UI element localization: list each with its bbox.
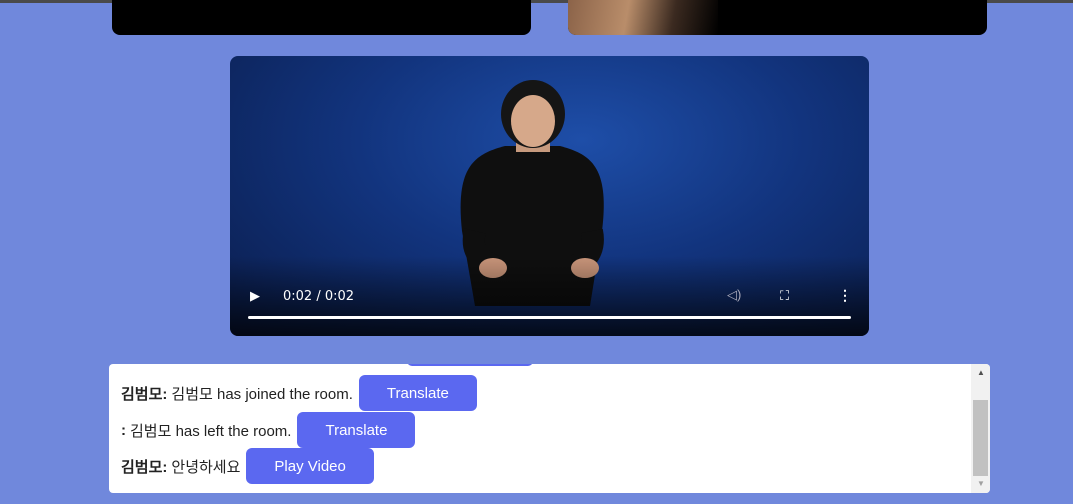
translate-button[interactable]: Translate: [297, 412, 416, 448]
sign-language-video[interactable]: ▶ 0:02 / 0:02 ◁) ⛶ ⋮: [230, 56, 869, 336]
message-text: 김범모 has joined the room.: [171, 385, 353, 403]
scroll-down-icon[interactable]: ▼: [977, 479, 985, 488]
message-sender: 김범모:: [121, 385, 168, 403]
chat-message: 김범모: 김범모 has joined the room. Translate: [121, 375, 477, 411]
scroll-up-icon[interactable]: ▲: [977, 368, 985, 377]
volume-icon[interactable]: ◁): [727, 287, 741, 303]
message-sender: 김범모:: [121, 458, 168, 476]
play-icon[interactable]: ▶: [250, 288, 260, 304]
scrollbar-thumb[interactable]: [973, 400, 988, 476]
more-vertical-icon[interactable]: ⋮: [838, 287, 852, 304]
message-text: 안녕하세요: [171, 458, 241, 476]
button-partial[interactable]: [407, 364, 533, 366]
chat-panel[interactable]: 김범모: 김범모 has joined the room. Translate …: [109, 364, 990, 493]
message-text: 김범모 has left the room.: [130, 422, 292, 440]
remote-video-tile-left: [112, 0, 531, 35]
chat-message: : 김범모 has left the room. Translate: [121, 412, 416, 448]
chat-messages: 김범모: 김범모 has joined the room. Translate …: [109, 364, 971, 493]
video-time: 0:02 / 0:02: [283, 289, 355, 304]
fullscreen-icon[interactable]: ⛶: [780, 288, 789, 304]
message-sender: :: [121, 421, 126, 439]
video-frame-peek: [568, 0, 718, 35]
play-video-button[interactable]: Play Video: [246, 448, 374, 484]
video-progress-bar[interactable]: [248, 316, 851, 319]
translate-button[interactable]: Translate: [358, 375, 477, 411]
remote-video-tile-right: [568, 0, 987, 35]
chat-scrollbar[interactable]: ▲ ▼: [971, 364, 990, 493]
chat-message: 김범모: 안녕하세요 Play Video: [121, 448, 374, 484]
